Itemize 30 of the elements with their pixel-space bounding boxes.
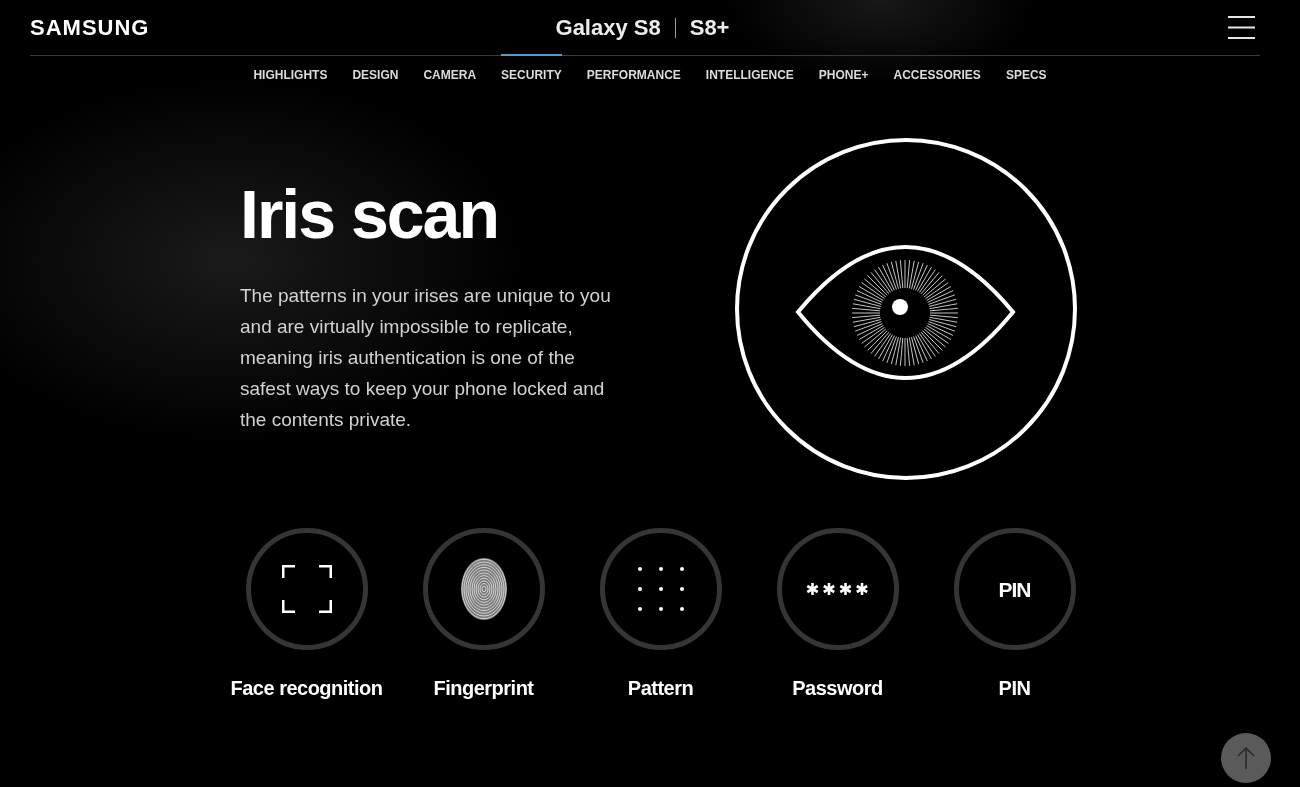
arrow-up-icon [1237, 747, 1255, 769]
method-label: PIN [998, 676, 1031, 700]
method-ring[interactable]: PIN [953, 528, 1076, 650]
method-ring[interactable] [422, 528, 545, 650]
brand-logo[interactable]: SAMSUNG [30, 16, 150, 39]
nav-tab[interactable]: DESIGN [352, 54, 399, 96]
nav-tab[interactable]: CAMERA [423, 54, 477, 96]
scroll-top-button[interactable] [1221, 733, 1271, 783]
nav-tab[interactable]: SECURITY [501, 54, 562, 96]
method-label: Password [792, 676, 883, 700]
nav-tab[interactable]: PHONE+ [818, 54, 869, 96]
method-label: Pattern [627, 676, 694, 700]
method-ring[interactable] [776, 528, 899, 650]
nav-tab[interactable]: ACCESSORIES [893, 54, 981, 96]
pin-text: PIN [998, 578, 1031, 600]
section-description: The patterns in your irises are unique to you and are virtually impossible to replicate, meaning iris authentication is one of the safest ways to keep your phone locked and the contents private. [240, 284, 612, 432]
nav-tab[interactable]: PERFORMANCE [586, 54, 681, 96]
face-frame-icon [281, 565, 332, 613]
method-label: Fingerprint [433, 676, 534, 700]
nav-tab[interactable]: SPECS [1005, 54, 1047, 96]
nav-tab[interactable]: HIGHLIGHTS [253, 54, 328, 96]
dot-grid-icon [637, 567, 684, 611]
product-title: Galaxy S8 [555, 16, 661, 39]
menu-icon[interactable] [1228, 16, 1255, 39]
product-variant-title: S8+ [689, 16, 730, 39]
section-heading: Iris scan [240, 176, 499, 252]
nav-tab[interactable]: INTELLIGENCE [705, 54, 794, 96]
asterisks-icon [806, 582, 869, 596]
fingerprint-icon [460, 558, 507, 620]
method-label: Face recognition [230, 676, 383, 700]
